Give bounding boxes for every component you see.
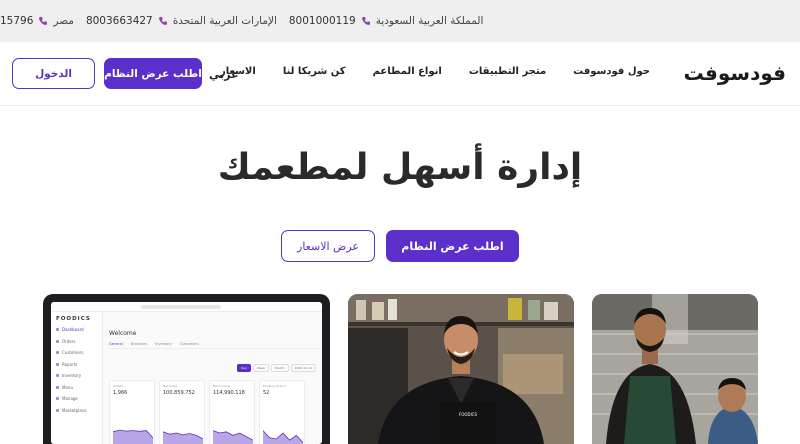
cashier-photo: FOODICS — [348, 294, 574, 444]
dashboard-sidebar-item: Customers — [56, 350, 97, 355]
phone-icon — [361, 17, 370, 25]
dashboard-screen: FOODICS Dashboard Orders Customers Repor… — [51, 302, 322, 444]
hero-prices-button[interactable]: عرض الاسعار — [281, 230, 375, 262]
contact-country: الإمارات العربية المتحدة — [172, 15, 277, 27]
contact-phone: 15796 — [0, 15, 34, 27]
phone-icon — [158, 17, 167, 25]
contact-uae[interactable]: الإمارات العربية المتحدة 8003663427 — [86, 15, 277, 27]
contact-saudi[interactable]: المملكة العربية السعودية 8001000119 — [289, 15, 484, 27]
nav-menu: حول فودسوفت متجر التطبيقات انواع المطاعم… — [220, 66, 650, 77]
stat-value: 52 — [263, 390, 270, 396]
dashboard-sidebar-item: Marketplace — [56, 408, 97, 413]
laptop-dashboard-image: FOODICS Dashboard Orders Customers Repor… — [43, 294, 330, 444]
stat-sparkline — [213, 430, 253, 444]
language-switch[interactable]: عربي — [209, 68, 239, 81]
stat-card: Existing Orders 52 — [259, 380, 305, 444]
stat-card: Net Sales 100,859.752 — [159, 380, 205, 444]
contact-country: المملكة العربية السعودية — [375, 15, 484, 27]
nav-item-about[interactable]: حول فودسوفت — [573, 66, 650, 77]
svg-text:FOODICS: FOODICS — [459, 412, 478, 417]
dashboard-sidebar-item: Manage — [56, 396, 97, 401]
dashboard-filters: Day Week Month 2020-11-14 — [236, 364, 316, 372]
contact-egypt[interactable]: مصر 15796 — [0, 15, 74, 27]
dashboard-welcome: Welcome — [109, 330, 137, 337]
request-demo-button[interactable]: اطلب عرض النظام — [104, 58, 202, 89]
stat-label: Net Sales — [163, 384, 178, 388]
browser-bar — [51, 302, 322, 312]
stat-value: 114,990.118 — [213, 390, 245, 396]
stat-label: Orders — [113, 384, 124, 388]
dashboard-filter: Day — [236, 364, 251, 372]
stat-sparkline — [263, 430, 303, 444]
dashboard-sidebar-item: Menu — [56, 385, 97, 390]
nav-item-partner[interactable]: كن شريكا لنا — [283, 66, 346, 77]
dashboard-tab: Customers — [179, 342, 199, 346]
contact-country: مصر — [53, 15, 74, 27]
dashboard-filter: Month — [271, 364, 289, 372]
contact-bar: المملكة العربية السعودية 8001000119 الإم… — [0, 0, 800, 42]
login-button[interactable]: الدخول — [12, 58, 95, 89]
dashboard-tabs: General Branches Inventory Customers — [109, 342, 318, 349]
dashboard-sidebar-item: Orders — [56, 339, 97, 344]
dashboard-filter: 2020-11-14 — [290, 364, 316, 372]
stat-sparkline — [163, 431, 203, 444]
main-nav: فودسوفت حول فودسوفت متجر التطبيقات انواع… — [0, 42, 800, 106]
dashboard-cards: Orders 1,966 Net Sales 100,859.752 Net I… — [109, 380, 305, 444]
dashboard-sidebar-item: Reports — [56, 362, 97, 367]
phone-icon — [39, 17, 48, 25]
contact-phone: 8003663427 — [85, 15, 153, 27]
dashboard-sidebar-item: Inventory — [56, 373, 97, 378]
stat-card: Net Income 114,990.118 — [209, 380, 255, 444]
stat-value: 1,966 — [113, 390, 128, 396]
waiter-photo — [592, 294, 758, 444]
stat-value: 100,859.752 — [163, 390, 195, 396]
dashboard-tab: General — [109, 342, 123, 346]
stat-sparkline — [113, 429, 153, 444]
dashboard-brand: FOODICS — [56, 316, 91, 322]
dashboard-sidebar-item: Dashboard — [56, 327, 97, 332]
dashboard-tab: Branches — [130, 342, 148, 346]
sparkline-area — [113, 430, 153, 444]
hero-title: إدارة أسهل لمطعمك — [217, 147, 583, 188]
contact-phone: 8001000119 — [288, 15, 356, 27]
hero-request-demo-button[interactable]: اطلب عرض النظام — [386, 230, 519, 262]
dashboard-tab: Inventory — [155, 342, 172, 346]
dashboard-sidebar: FOODICS Dashboard Orders Customers Repor… — [51, 312, 103, 444]
dashboard-main: Welcome General Branches Inventory Custo… — [109, 316, 318, 444]
stat-card: Orders 1,966 — [109, 380, 155, 444]
stat-label: Existing Orders — [263, 384, 286, 388]
stat-label: Net Income — [213, 384, 231, 388]
dashboard-filter: Week — [252, 364, 270, 372]
nav-item-restaurant-types[interactable]: انواع المطاعم — [373, 66, 442, 77]
logo[interactable]: فودسوفت — [684, 61, 786, 85]
nav-item-app-store[interactable]: متجر التطبيقات — [469, 66, 546, 77]
